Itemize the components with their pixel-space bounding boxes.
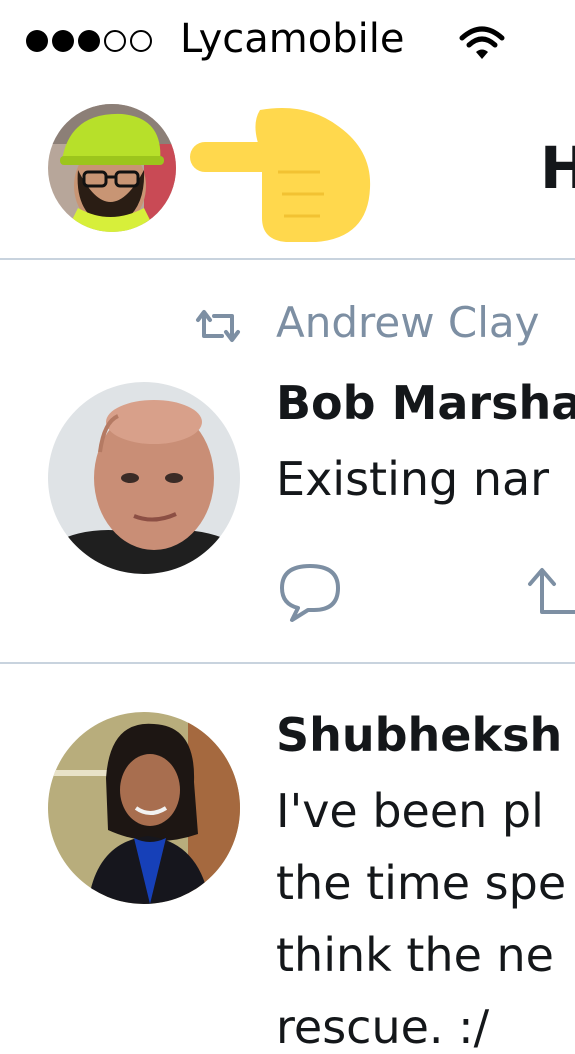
signal-strength-indicator [26, 30, 152, 52]
tweet-divider [0, 662, 575, 664]
tweet-text-line: the time spe [276, 856, 567, 910]
carrier-name: Lycamobile [180, 16, 405, 62]
retweet-context[interactable]: Andrew Clay [276, 298, 539, 347]
retweet-icon[interactable] [526, 566, 575, 626]
tweet-author-name[interactable]: Shubheksh [276, 708, 562, 762]
wifi-icon [458, 26, 506, 66]
tweet-text-line: rescue. :/ [276, 1000, 490, 1054]
retweet-context-icon [192, 306, 244, 350]
tweet-text-line: think the ne [276, 928, 554, 982]
signal-bar-empty [130, 30, 152, 52]
header-divider [0, 258, 575, 260]
reply-icon[interactable] [278, 562, 342, 628]
pointing-hand-icon [188, 106, 374, 250]
author-avatar[interactable] [48, 712, 240, 904]
profile-avatar[interactable] [48, 104, 176, 232]
tweet-text-line: Existing nar [276, 452, 550, 506]
signal-bar-filled [78, 30, 100, 52]
signal-bar-empty [104, 30, 126, 52]
author-avatar[interactable] [48, 382, 240, 574]
tweet-text-line: I've been pl [276, 784, 544, 838]
signal-bar-filled [26, 30, 48, 52]
page-title: H [540, 134, 575, 202]
tweet-author-name[interactable]: Bob Marsha [276, 376, 575, 430]
signal-bar-filled [52, 30, 74, 52]
